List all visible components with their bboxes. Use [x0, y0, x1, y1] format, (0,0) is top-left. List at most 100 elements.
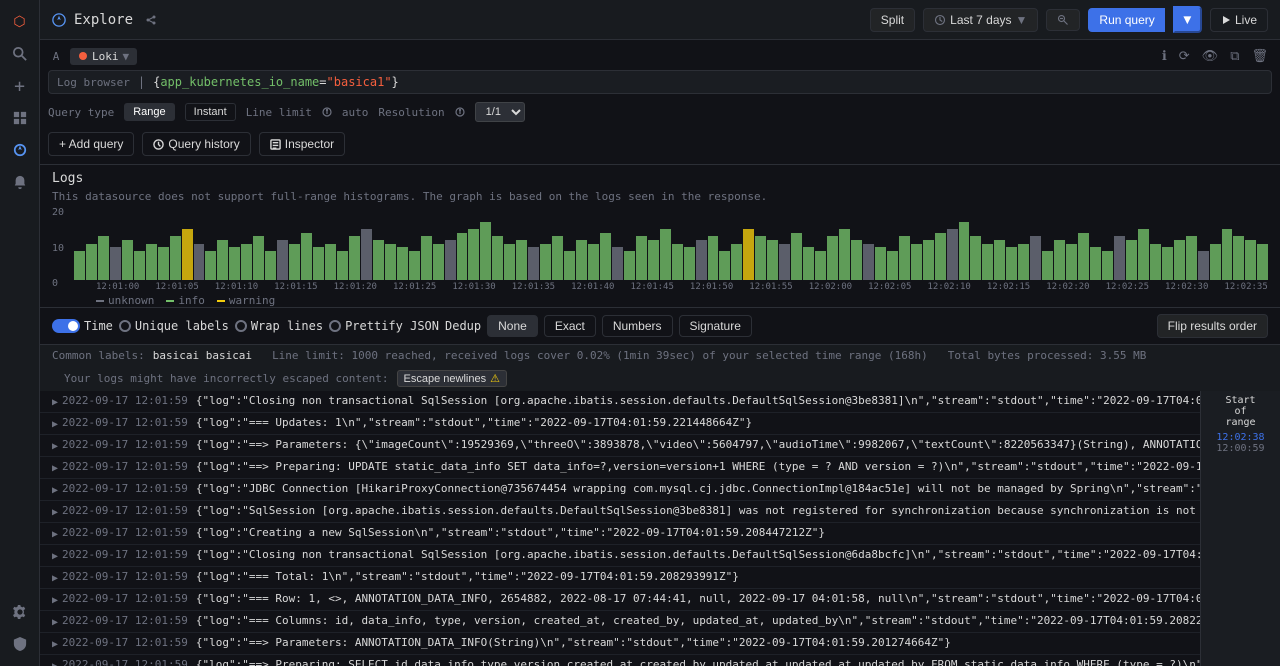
wrap-lines-toggle[interactable]: Wrap lines: [235, 319, 323, 333]
chart-bar: [528, 247, 539, 280]
grid-icon[interactable]: [6, 104, 34, 132]
chart-bar: [98, 236, 109, 280]
chart-bar: [1090, 247, 1101, 280]
chart-bar-wrapper: [457, 207, 468, 280]
chart-bar: [289, 244, 300, 281]
run-query-dropdown-button[interactable]: ▼: [1173, 6, 1202, 33]
flip-results-button[interactable]: Flip results order: [1157, 314, 1268, 338]
chart-bar: [552, 236, 563, 280]
prettify-json-toggle[interactable]: Prettify JSON: [329, 319, 439, 333]
log-browser-bar: Log browser | {app_kubernetes_io_name="b…: [48, 70, 1272, 94]
log-entry[interactable]: ▶ 2022-09-17 12:01:59 {"log":"=== Column…: [40, 611, 1280, 633]
query-info-icon[interactable]: ℹ: [1158, 46, 1171, 66]
live-button[interactable]: Live: [1210, 8, 1268, 32]
instant-button[interactable]: Instant: [185, 103, 236, 121]
chart-bar-wrapper: [648, 207, 659, 280]
log-browser-label[interactable]: Log browser: [57, 76, 130, 89]
legend-unknown: unknown: [96, 294, 154, 307]
query-history-button[interactable]: Query history: [142, 132, 250, 156]
chart-bar: [576, 240, 587, 280]
unique-labels-toggle[interactable]: Unique labels: [119, 319, 229, 333]
chart-bar-wrapper: [1162, 207, 1173, 280]
log-expand-icon[interactable]: ▶: [52, 417, 58, 432]
log-expand-icon[interactable]: ▶: [52, 637, 58, 652]
dedup-toggle[interactable]: Dedup: [445, 319, 481, 333]
query-delete-icon[interactable]: 🗑: [1247, 46, 1272, 66]
resolution-select[interactable]: 1/1: [475, 102, 525, 122]
log-entry[interactable]: ▶ 2022-09-17 12:01:59 {"log":"SqlSession…: [40, 501, 1280, 523]
wrap-lines-radio[interactable]: [235, 320, 247, 332]
log-expand-icon[interactable]: ▶: [52, 593, 58, 608]
inspector-button[interactable]: Inspector: [259, 132, 345, 156]
split-button[interactable]: Split: [870, 8, 915, 32]
zoom-button[interactable]: [1046, 9, 1080, 31]
log-entry[interactable]: ▶ 2022-09-17 12:01:59 {"log":"=== Update…: [40, 413, 1280, 435]
gear-icon[interactable]: [6, 598, 34, 626]
log-entry[interactable]: ▶ 2022-09-17 12:01:59 {"log":"==> Parame…: [40, 633, 1280, 655]
log-expand-icon[interactable]: ▶: [52, 439, 58, 454]
chart-bar-wrapper: [433, 207, 444, 280]
run-query-button[interactable]: Run query: [1088, 8, 1164, 32]
time-range-button[interactable]: Last 7 days ▼: [923, 8, 1038, 32]
dedup-exact-button[interactable]: Exact: [544, 315, 596, 337]
chart-bar: [696, 240, 707, 280]
chart-bar-wrapper: [480, 207, 491, 280]
query-copy-icon[interactable]: ⧉: [1226, 46, 1243, 66]
chart-bar: [373, 240, 384, 280]
chart-bar: [146, 244, 157, 281]
log-timestamp: 2022-09-17 12:01:59: [62, 613, 188, 630]
plus-icon[interactable]: +: [6, 72, 34, 100]
time-toggle[interactable]: Time: [52, 319, 113, 333]
share-icon[interactable]: [141, 10, 161, 30]
inspector-label: Inspector: [285, 137, 334, 151]
chart-bar: [648, 240, 659, 280]
escape-newlines-button[interactable]: Escape newlines ⚠: [397, 370, 507, 387]
datasource-selector[interactable]: Loki ▼: [70, 48, 137, 65]
live-label: Live: [1235, 13, 1257, 27]
log-entry[interactable]: ▶ 2022-09-17 12:01:59 {"log":"Closing no…: [40, 391, 1280, 413]
chart-bar: [540, 244, 551, 281]
log-entry[interactable]: ▶ 2022-09-17 12:01:59 {"log":"=== Total:…: [40, 567, 1280, 589]
log-expand-icon[interactable]: ▶: [52, 505, 58, 520]
query-icons: ℹ ⟳ 👁 ⧉ 🗑: [1158, 46, 1272, 66]
compass-icon[interactable]: [6, 136, 34, 164]
log-entry[interactable]: ▶ 2022-09-17 12:01:59 {"log":"=== Row: 1…: [40, 589, 1280, 611]
time-toggle-switch[interactable]: [52, 319, 80, 333]
log-entry[interactable]: ▶ 2022-09-17 12:01:59 {"log":"Closing no…: [40, 545, 1280, 567]
shield-icon[interactable]: [6, 630, 34, 658]
dedup-none-button[interactable]: None: [487, 315, 538, 337]
log-entry[interactable]: ▶ 2022-09-17 12:01:59 {"log":"==> Prepar…: [40, 655, 1280, 666]
prettify-json-radio[interactable]: [329, 320, 341, 332]
log-expand-icon[interactable]: ▶: [52, 571, 58, 586]
log-expand-icon[interactable]: ▶: [52, 615, 58, 630]
log-expand-icon[interactable]: ▶: [52, 395, 58, 410]
log-entries: ▶ 2022-09-17 12:01:59 {"log":"Closing no…: [40, 391, 1280, 666]
main-content: Explore Split Last 7 days ▼ Run query ▼ …: [40, 0, 1280, 666]
log-expand-icon[interactable]: ▶: [52, 527, 58, 542]
bell-icon[interactable]: [6, 168, 34, 196]
log-entry[interactable]: ▶ 2022-09-17 12:01:59 {"log":"JDBC Conne…: [40, 479, 1280, 501]
chart-bar-wrapper: [74, 207, 85, 280]
log-text: {"log":"Closing non transactional SqlSes…: [196, 393, 1268, 410]
chart-bar-wrapper: [1102, 207, 1113, 280]
log-entry[interactable]: ▶ 2022-09-17 12:01:59 {"log":"Creating a…: [40, 523, 1280, 545]
log-expand-icon[interactable]: ▶: [52, 483, 58, 498]
add-query-button[interactable]: + Add query: [48, 132, 134, 156]
log-entry[interactable]: ▶ 2022-09-17 12:01:59 {"log":"==> Prepar…: [40, 457, 1280, 479]
dedup-numbers-button[interactable]: Numbers: [602, 315, 673, 337]
query-history-icon[interactable]: ⟳: [1175, 46, 1194, 66]
log-expand-icon[interactable]: ▶: [52, 659, 58, 666]
search-icon[interactable]: [6, 40, 34, 68]
datasource-label: Loki: [92, 50, 119, 63]
unique-labels-radio[interactable]: [119, 320, 131, 332]
log-expand-icon[interactable]: ▶: [52, 549, 58, 564]
chevron-down-icon: ▼: [123, 50, 130, 63]
range-button[interactable]: Range: [124, 103, 174, 121]
chart-bar: [349, 236, 360, 280]
grafana-logo-icon[interactable]: ⬡: [6, 8, 34, 36]
query-eye-icon[interactable]: 👁: [1198, 46, 1223, 66]
dedup-signature-button[interactable]: Signature: [679, 315, 752, 337]
chart-bar: [1245, 240, 1256, 280]
log-entry[interactable]: ▶ 2022-09-17 12:01:59 {"log":"==> Parame…: [40, 435, 1280, 457]
log-expand-icon[interactable]: ▶: [52, 461, 58, 476]
